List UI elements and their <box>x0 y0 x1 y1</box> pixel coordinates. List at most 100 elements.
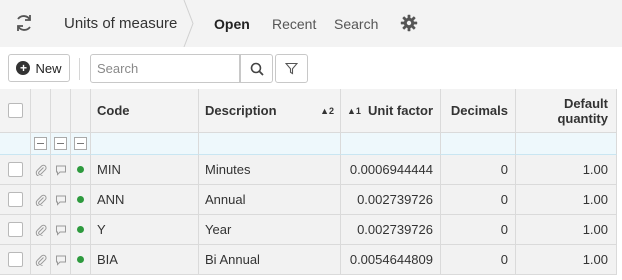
decimals-value: 0 <box>500 162 508 177</box>
tab-search[interactable]: Search <box>334 16 378 32</box>
row-select-cell <box>0 185 31 215</box>
select-all-checkbox[interactable] <box>7 103 23 118</box>
decimals-value: 0 <box>500 192 508 207</box>
attachment-column-header <box>31 89 51 133</box>
code-value: Y <box>97 222 106 237</box>
cell-code[interactable]: MIN <box>91 155 199 185</box>
cell-unit-factor[interactable]: 0.0006944444 <box>341 155 441 185</box>
sort-indicator-description: ▲2 <box>320 105 334 116</box>
attachment-cell <box>31 185 51 215</box>
row-checkbox[interactable] <box>7 252 23 267</box>
column-header-default-quantity[interactable]: Default quantity <box>516 89 617 133</box>
cell-decimals[interactable]: 0 <box>441 245 516 275</box>
plus-circle-icon: + <box>16 61 31 75</box>
row-checkbox[interactable] <box>7 192 23 207</box>
row-checkbox[interactable] <box>7 222 23 237</box>
cell-unit-factor[interactable]: 0.0054644809 <box>341 245 441 275</box>
default-quantity-value: 1.00 <box>582 162 608 177</box>
paperclip-icon[interactable] <box>35 254 47 266</box>
table-row[interactable]: MIN Minutes 0.0006944444 0 1.00 <box>0 155 622 185</box>
column-header-code-label: Code <box>97 103 130 118</box>
cell-description[interactable]: Minutes <box>199 155 341 185</box>
code-value: ANN <box>97 192 125 207</box>
status-dot-icon <box>77 256 84 263</box>
status-dot-icon <box>77 166 84 173</box>
filter-input-unit-factor[interactable] <box>341 133 441 155</box>
cell-default-quantity[interactable]: 1.00 <box>516 185 617 215</box>
cell-code[interactable]: ANN <box>91 185 199 215</box>
top-bar: Units of measure Open Recent Search <box>0 0 622 47</box>
tab-recent[interactable]: Recent <box>272 16 316 32</box>
cell-default-quantity[interactable]: 1.00 <box>516 245 617 275</box>
search-input[interactable] <box>90 54 240 83</box>
column-header-unit-factor[interactable]: ▲1 Unit factor <box>341 89 441 133</box>
column-header-code[interactable]: Code <box>91 89 199 133</box>
column-header-description[interactable]: Description ▲2 <box>199 89 341 133</box>
column-header-description-label: Description <box>205 103 277 118</box>
attachment-cell <box>31 215 51 245</box>
cell-unit-factor[interactable]: 0.002739726 <box>341 215 441 245</box>
comment-cell <box>51 155 71 185</box>
status-cell <box>71 215 91 245</box>
comment-icon[interactable] <box>55 194 67 206</box>
unit-factor-value: 0.002739726 <box>357 192 433 207</box>
filter-input-code[interactable] <box>91 133 199 155</box>
cell-description[interactable]: Annual <box>199 185 341 215</box>
tab-open[interactable]: Open <box>214 16 250 32</box>
status-cell <box>71 155 91 185</box>
attachment-cell <box>31 245 51 275</box>
cell-code[interactable]: Y <box>91 215 199 245</box>
filter-button[interactable] <box>275 54 308 83</box>
table-row[interactable]: Y Year 0.002739726 0 1.00 <box>0 215 622 245</box>
cell-description[interactable]: Bi Annual <box>199 245 341 275</box>
code-value: MIN <box>97 162 121 177</box>
filter-cell-select <box>0 133 31 155</box>
column-header-decimals[interactable]: Decimals <box>441 89 516 133</box>
table-row[interactable]: BIA Bi Annual 0.0054644809 0 1.00 <box>0 245 622 275</box>
row-checkbox[interactable] <box>7 162 23 177</box>
filter-cell-attachment <box>31 133 51 155</box>
cell-default-quantity[interactable]: 1.00 <box>516 215 617 245</box>
comment-icon[interactable] <box>55 224 67 236</box>
row-select-cell <box>0 155 31 185</box>
filter-input-decimals[interactable] <box>441 133 516 155</box>
status-cell <box>71 245 91 275</box>
filter-input-default-quantity[interactable] <box>516 133 617 155</box>
default-quantity-value: 1.00 <box>582 222 608 237</box>
cell-unit-factor[interactable]: 0.002739726 <box>341 185 441 215</box>
search-button[interactable] <box>240 54 273 83</box>
refresh-icon[interactable] <box>13 12 35 34</box>
new-button-label: New <box>35 60 62 76</box>
gear-icon[interactable] <box>400 14 418 32</box>
unit-factor-value: 0.0054644809 <box>349 252 433 267</box>
filter-icon <box>285 62 298 75</box>
search-icon <box>250 62 264 76</box>
paperclip-icon[interactable] <box>35 194 47 206</box>
cell-decimals[interactable]: 0 <box>441 185 516 215</box>
cell-code[interactable]: BIA <box>91 245 199 275</box>
filter-cell-status <box>71 133 91 155</box>
select-all-cell <box>0 89 31 133</box>
filter-toggle-comment[interactable] <box>54 137 67 150</box>
comment-cell <box>51 245 71 275</box>
description-value: Annual <box>205 192 246 207</box>
cell-description[interactable]: Year <box>199 215 341 245</box>
cell-decimals[interactable]: 0 <box>441 215 516 245</box>
filter-toggle-attachment[interactable] <box>34 137 47 150</box>
cell-decimals[interactable]: 0 <box>441 155 516 185</box>
cell-default-quantity[interactable]: 1.00 <box>516 155 617 185</box>
row-select-cell <box>0 215 31 245</box>
filter-input-description[interactable] <box>199 133 341 155</box>
grid-filter-row <box>0 133 622 155</box>
comment-cell <box>51 215 71 245</box>
default-quantity-value: 1.00 <box>582 252 608 267</box>
comment-icon[interactable] <box>55 254 67 266</box>
new-button[interactable]: + New <box>8 54 70 82</box>
filter-toggle-status[interactable] <box>74 137 87 150</box>
comment-icon[interactable] <box>55 164 67 176</box>
table-row[interactable]: ANN Annual 0.002739726 0 1.00 <box>0 185 622 215</box>
description-value: Year <box>205 222 232 237</box>
paperclip-icon[interactable] <box>35 224 47 236</box>
column-header-default-quantity-label-2: quantity <box>557 110 608 126</box>
paperclip-icon[interactable] <box>35 164 47 176</box>
